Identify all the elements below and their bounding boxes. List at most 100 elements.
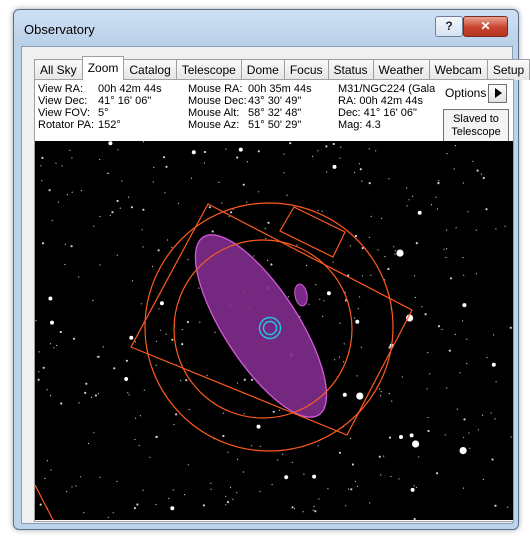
star [355,319,360,324]
star [99,158,101,161]
star [149,456,151,458]
star [296,244,298,246]
star [142,489,144,491]
star [476,169,479,172]
star [462,320,464,322]
star [117,149,119,151]
star [116,254,118,256]
star [379,395,382,397]
tab-catalog[interactable]: Catalog [123,59,177,80]
sky-canvas[interactable] [35,141,513,520]
star [73,337,76,340]
star [495,381,497,383]
star [510,436,512,438]
star [130,206,133,209]
star [143,389,145,391]
star [463,274,465,276]
star [259,490,261,493]
star [317,209,319,212]
star [490,412,492,414]
tab-zoom[interactable]: Zoom [81,56,125,80]
star [357,308,359,310]
star [362,395,364,397]
star [153,166,155,168]
sky-view[interactable] [35,141,513,520]
mouse-dec-value: 43° 30' 49" [248,95,302,107]
star [142,141,145,143]
star [380,217,383,219]
star [399,435,403,439]
tab-status[interactable]: Status [327,59,374,80]
star [384,256,386,258]
star [222,434,225,438]
star [93,225,95,227]
star [445,256,447,259]
star [436,472,439,475]
tab-all-sky[interactable]: All Sky [34,59,83,80]
options-arrow-button[interactable] [488,84,507,103]
star [133,507,136,510]
star [361,275,364,277]
star [427,352,429,354]
star [210,488,212,490]
star [272,410,275,413]
star [469,447,471,449]
star [49,394,52,397]
star [140,303,142,305]
star [427,416,429,419]
star [175,413,178,416]
star [155,340,158,342]
mouse-alt-label: Mouse Alt: [188,107,240,119]
star [332,261,334,263]
star [111,211,114,214]
star [78,276,80,278]
star [37,378,40,381]
tab-telescope[interactable]: Telescope [175,59,242,80]
window-title: Observatory [24,22,95,37]
star [438,180,440,182]
star [48,296,53,301]
star [379,388,381,390]
star [163,156,166,159]
tab-strip: All Sky Zoom Catalog Telescope Dome Focu… [34,56,530,80]
star [92,299,94,302]
star [322,315,324,317]
star [430,204,433,206]
star [354,234,357,238]
star [410,487,415,492]
star [305,264,308,267]
tab-weather[interactable]: Weather [372,59,430,80]
star [354,317,356,319]
star [60,402,63,405]
star [206,374,208,376]
star [463,436,465,438]
tab-setup[interactable]: Setup [486,59,530,80]
star [421,306,423,308]
star [409,433,414,438]
object-mag: Mag: 4.3 [338,119,381,131]
star [172,489,174,491]
tab-webcam[interactable]: Webcam [428,59,488,80]
star [391,400,393,402]
star [383,455,385,457]
tab-focus[interactable]: Focus [283,59,329,80]
star [66,194,68,196]
star [282,453,284,455]
slaved-to-telescope-button[interactable]: Slaved to Telescope [443,109,509,142]
star [159,301,164,306]
star [302,511,304,513]
star [109,214,111,216]
star [414,275,416,277]
star [190,177,193,179]
star [165,333,167,335]
star [314,510,317,513]
star [504,225,506,227]
help-button[interactable]: ? [435,16,463,37]
star [361,180,363,182]
object-dec: Dec: 41° 16' 06" [338,107,417,119]
tab-dome[interactable]: Dome [240,59,285,80]
star [380,391,382,393]
star [394,253,396,255]
star [170,506,175,511]
close-button[interactable]: ✕ [463,16,508,37]
